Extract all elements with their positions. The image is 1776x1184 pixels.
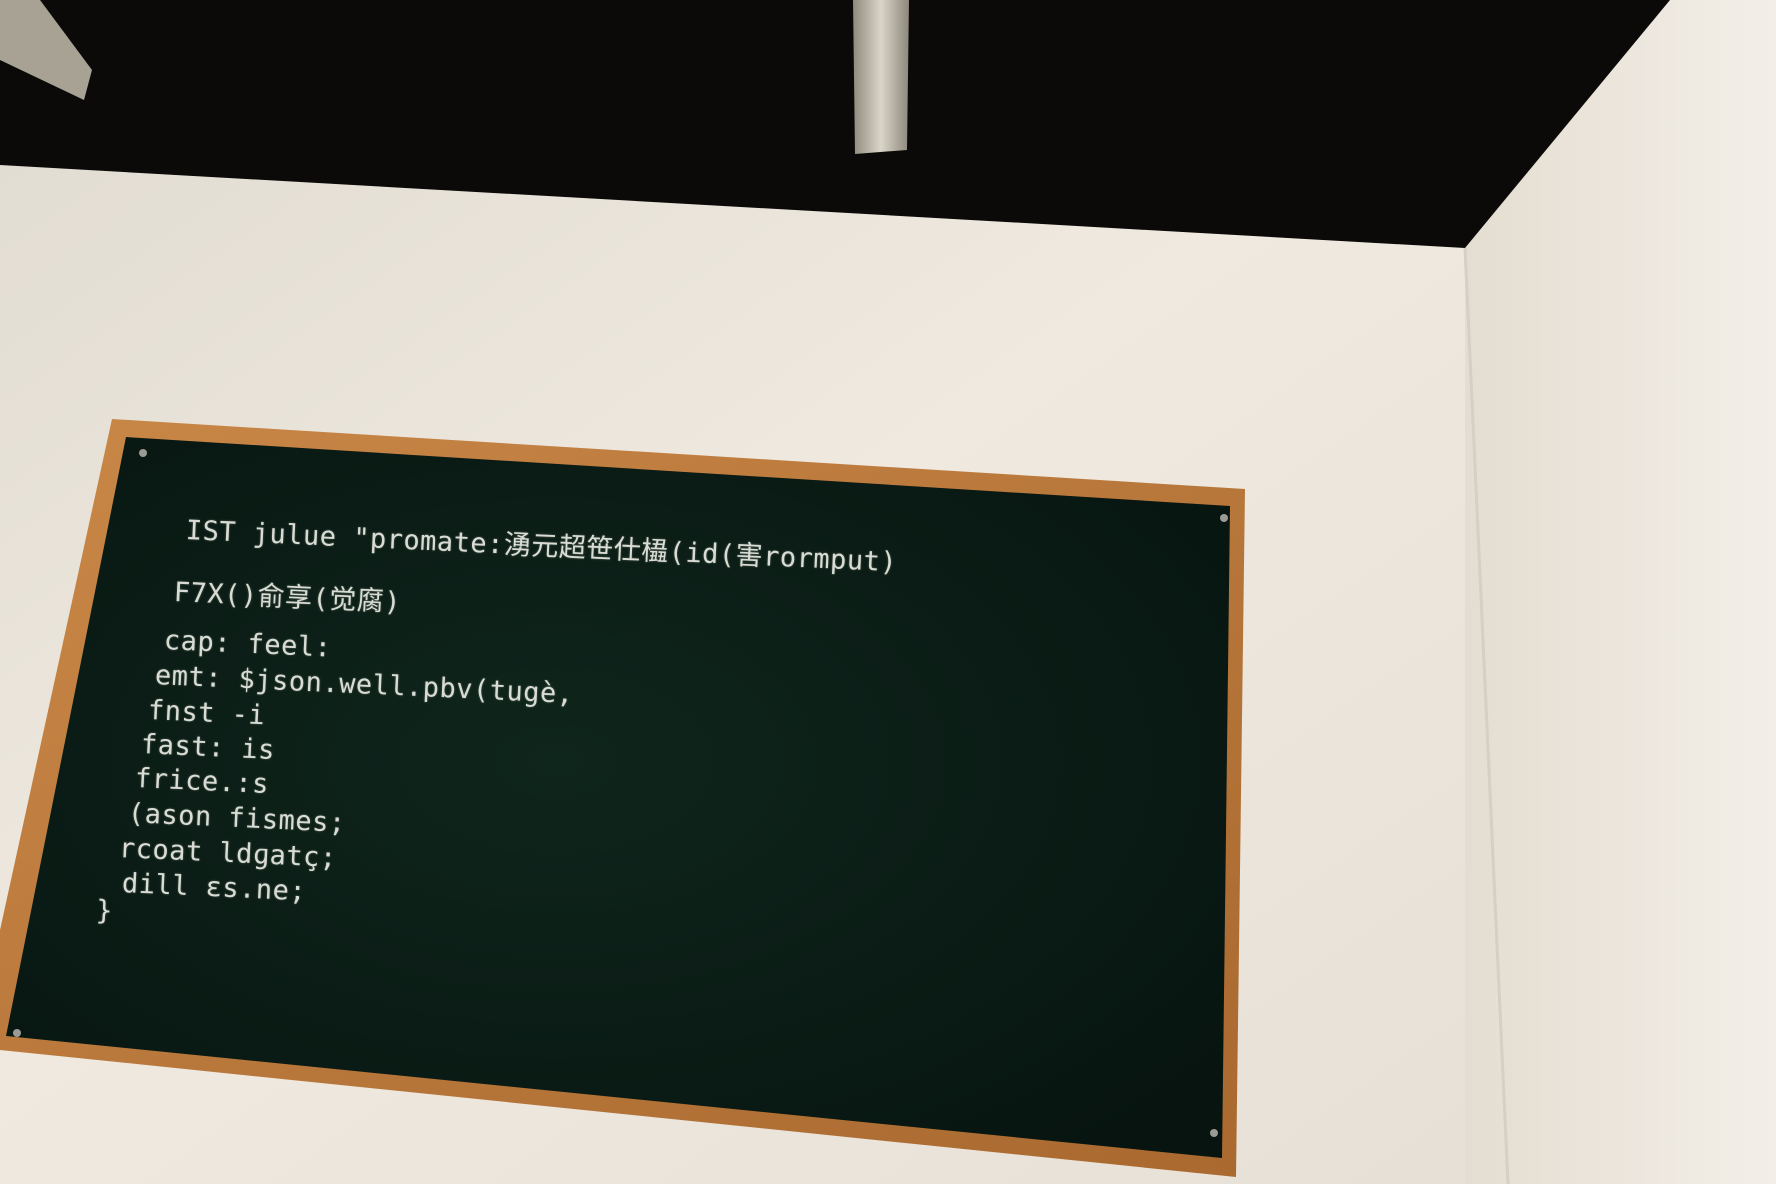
photo-scene: IST julue "promate:湧元超笹仕橻(id(害rormput) F… [0,0,1776,1184]
board-screw [1210,1129,1218,1137]
board-screw [1220,514,1228,522]
ceiling-beam-center [853,0,909,154]
chalkboard-surface [6,437,1230,1158]
room-background [0,0,1776,1184]
board-screw [13,1029,21,1037]
board-screw [139,449,147,457]
